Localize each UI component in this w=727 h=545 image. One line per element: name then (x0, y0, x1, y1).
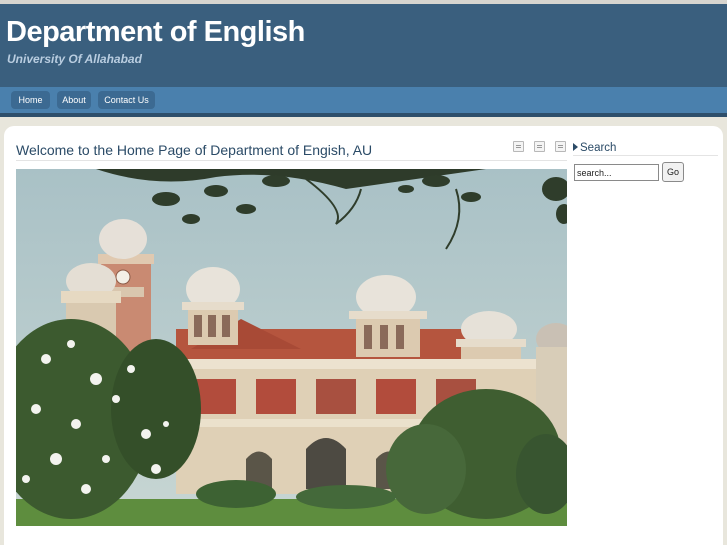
search-heading-label: Search (580, 142, 617, 154)
arrow-right-icon (573, 143, 578, 151)
nav-item-contact-us[interactable]: Contact Us (98, 91, 155, 109)
page-heading: Welcome to the Home Page of Department o… (16, 142, 373, 158)
search-heading: Search (573, 142, 616, 154)
site-title[interactable]: Department of English (6, 16, 305, 49)
search-divider (573, 155, 718, 156)
go-button[interactable]: Go (662, 162, 684, 182)
email-icon[interactable] (555, 141, 566, 152)
nav-item-home[interactable]: Home (11, 91, 50, 109)
main-nav: Home About Contact Us (0, 87, 727, 113)
search-input[interactable] (574, 164, 659, 181)
pdf-icon[interactable] (513, 141, 524, 152)
nav-divider (0, 113, 727, 117)
site-header: Department of English University Of Alla… (0, 4, 727, 87)
university-building-photo (16, 169, 567, 526)
nav-item-about[interactable]: About (57, 91, 91, 109)
site-subtitle: University Of Allahabad (7, 52, 142, 66)
print-icon[interactable] (534, 141, 545, 152)
heading-divider (16, 160, 567, 161)
